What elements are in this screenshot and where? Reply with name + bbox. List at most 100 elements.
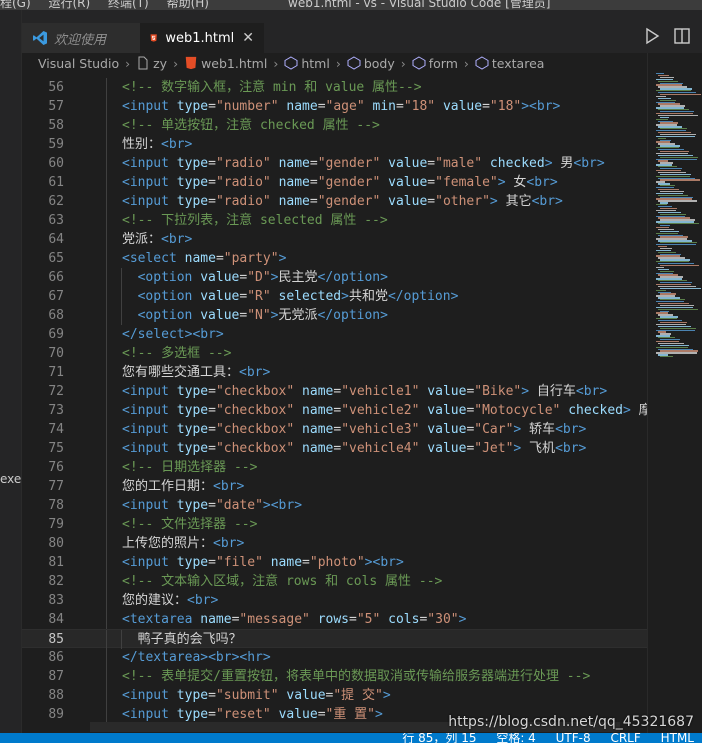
line-number[interactable]: 82	[22, 572, 64, 591]
code-line[interactable]: 83 您的建议：<br>	[22, 591, 647, 610]
menu-item-terminal[interactable]: 终端(T)	[108, 0, 149, 10]
code-line[interactable]: 88 <input type="submit" value="提 交">	[22, 686, 647, 705]
line-number[interactable]: 56	[22, 78, 64, 97]
line-number[interactable]: 72	[22, 382, 64, 401]
line-number[interactable]: 68	[22, 306, 64, 325]
code-line[interactable]: 78 <input type="date"><br>	[22, 496, 647, 515]
symbol-element-icon	[284, 56, 298, 70]
line-number[interactable]: 78	[22, 496, 64, 515]
line-number[interactable]: 88	[22, 686, 64, 705]
code-line[interactable]: 60 <input type="radio" name="gender" valu…	[22, 154, 647, 173]
code-line[interactable]: 62 <input type="radio" name="gender" valu…	[22, 192, 647, 211]
status-language-mode[interactable]: HTML	[661, 733, 694, 743]
tab-welcome[interactable]: 欢迎使用	[22, 23, 140, 53]
line-number[interactable]: 58	[22, 116, 64, 135]
breadcrumb-item-file[interactable]: web1.html	[184, 56, 267, 71]
code-line[interactable]: 67 <option value="R" selected>共和党</option…	[22, 287, 647, 306]
code-line[interactable]: 57 <input type="number" name="age" min="1…	[22, 97, 647, 116]
line-number[interactable]: 63	[22, 211, 64, 230]
line-number[interactable]: 57	[22, 97, 64, 116]
code-token: 自行车	[529, 384, 576, 399]
breadcrumb-item-textarea[interactable]: textarea	[475, 56, 544, 71]
code-line[interactable]: 82 <!-- 文本输入区域，注意 rows 和 cols 属性 -->	[22, 572, 647, 591]
line-number[interactable]: 70	[22, 344, 64, 363]
code-line[interactable]: 59 性别：<br>	[22, 135, 647, 154]
line-number[interactable]: 64	[22, 230, 64, 249]
code-line[interactable]: 66 <option value="D">民主党</option>	[22, 268, 647, 287]
code-line[interactable]: 58 <!-- 单选按钮，注意 checked 属性 -->	[22, 116, 647, 135]
menu-item-run[interactable]: 运行(R)	[49, 0, 91, 10]
code-line[interactable]: 75 <input type="checkbox" name="vehicle4"…	[22, 439, 647, 458]
code-line[interactable]: 71 您有哪些交通工具：<br>	[22, 363, 647, 382]
line-number[interactable]: 77	[22, 477, 64, 496]
code-line[interactable]: 81 <input type="file" name="photo"><br>	[22, 553, 647, 572]
code-line[interactable]: 65 <select name="party">	[22, 249, 647, 268]
breadcrumb-item-html[interactable]: html	[284, 56, 330, 71]
code-line[interactable]: 85 鸭子真的会飞吗？	[22, 629, 647, 649]
menu-item-go[interactable]: 程(G)	[0, 0, 31, 10]
line-number[interactable]: 81	[22, 553, 64, 572]
split-editor-icon[interactable]	[672, 26, 692, 46]
line-number[interactable]: 65	[22, 249, 64, 268]
line-number[interactable]: 73	[22, 401, 64, 420]
code-line[interactable]: 56 <!-- 数字输入框，注意 min 和 value 属性-->	[22, 78, 647, 97]
line-number[interactable]: 71	[22, 363, 64, 382]
line-number[interactable]: 66	[22, 268, 64, 287]
line-number[interactable]: 74	[22, 420, 64, 439]
status-indentation[interactable]: 空格: 4	[496, 733, 536, 743]
breadcrumb-item-workspace[interactable]: Visual Studio	[38, 56, 119, 71]
code-line[interactable]: 72 <input type="checkbox" name="vehicle1"…	[22, 382, 647, 401]
explorer-item-fragment[interactable]: exe	[0, 472, 21, 486]
status-line-ending[interactable]: CRLF	[610, 733, 640, 743]
code-token: =	[208, 422, 216, 437]
line-number[interactable]: 61	[22, 173, 64, 192]
code-line[interactable]: 61 <input type="radio" name="gender" valu…	[22, 173, 647, 192]
breadcrumb-item-form[interactable]: form	[412, 56, 458, 71]
code-line[interactable]: 80 上传您的照片：<br>	[22, 534, 647, 553]
code-token: type	[176, 498, 209, 513]
line-number[interactable]: 79	[22, 515, 64, 534]
line-number[interactable]: 69	[22, 325, 64, 344]
code-line[interactable]: 68 <option value="N">无党派</option>	[22, 306, 647, 325]
status-encoding[interactable]: UTF-8	[556, 733, 591, 743]
code-line[interactable]: 64 党派：<br>	[22, 230, 647, 249]
line-number[interactable]: 67	[22, 287, 64, 306]
breadcrumb-item-folder[interactable]: zy	[136, 56, 167, 71]
line-number[interactable]: 59	[22, 135, 64, 154]
line-number[interactable]: 60	[22, 154, 64, 173]
code-line[interactable]: 87 <!-- 表单提交/重置按钮，将表单中的数据取消或传输给服务器端进行处理 -…	[22, 667, 647, 686]
run-icon[interactable]	[642, 26, 662, 46]
line-number[interactable]: 62	[22, 192, 64, 211]
line-number[interactable]: 83	[22, 591, 64, 610]
code-line[interactable]: 74 <input type="checkbox" name="vehicle3"…	[22, 420, 647, 439]
line-number[interactable]: 84	[22, 610, 64, 629]
code-line[interactable]: 77 您的工作日期：<br>	[22, 477, 647, 496]
close-icon[interactable]: ✕	[242, 30, 254, 46]
line-number[interactable]: 85	[22, 630, 64, 649]
line-number[interactable]: 87	[22, 667, 64, 686]
code-line[interactable]: 69 </select><br>	[22, 325, 647, 344]
code-token: <input	[122, 555, 177, 570]
code-line[interactable]: 76 <!-- 日期选择器 -->	[22, 458, 647, 477]
code-line[interactable]: 73 <input type="checkbox" name="vehicle2"…	[22, 401, 647, 420]
code-editor[interactable]: 56 <!-- 数字输入框，注意 min 和 value 属性--> 57 <inpu…	[22, 73, 647, 733]
tab-web1-html[interactable]: web1.html ✕	[140, 23, 264, 53]
code-token: name	[302, 422, 334, 437]
menu-item-help[interactable]: 帮助(H)	[167, 0, 209, 10]
title-bar: 程(G) 运行(R) 终端(T) 帮助(H) web1.html - vs - …	[0, 0, 702, 10]
code-line[interactable]: 63 <!-- 下拉列表，注意 selected 属性 -->	[22, 211, 647, 230]
status-cursor-position[interactable]: 行 85，列 15	[402, 733, 476, 743]
line-number[interactable]: 80	[22, 534, 64, 553]
breadcrumb-item-body[interactable]: body	[347, 56, 395, 71]
code-line[interactable]: 70 <!-- 多选框 -->	[22, 344, 647, 363]
code-line[interactable]: 86 </textarea><br><hr>	[22, 648, 647, 667]
line-number[interactable]: 75	[22, 439, 64, 458]
minimap[interactable]	[647, 53, 702, 733]
line-number[interactable]: 86	[22, 648, 64, 667]
line-number[interactable]: 76	[22, 458, 64, 477]
code-line[interactable]: 84 <textarea name="message" rows="5" cols…	[22, 610, 647, 629]
line-number[interactable]: 89	[22, 705, 64, 724]
code-line[interactable]: 79 <!-- 文件选择器 -->	[22, 515, 647, 534]
code-token: </option>	[317, 270, 388, 285]
